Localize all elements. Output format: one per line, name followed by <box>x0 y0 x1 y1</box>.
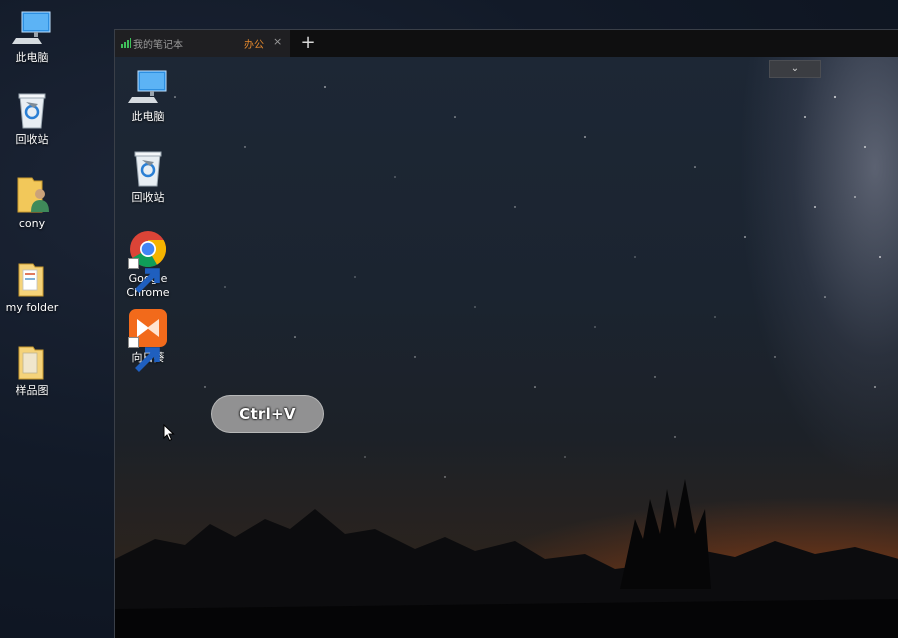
recycle-bin-icon <box>128 148 168 188</box>
computer-icon <box>128 67 168 107</box>
desktop-icon-recycle-bin[interactable]: 回收站 <box>0 90 64 147</box>
desktop-icon-label: cony <box>18 217 46 230</box>
signal-strength-icon <box>121 38 131 48</box>
desktop-icon-my-folder[interactable]: my folder <box>0 258 64 315</box>
desktop-icon-label: 此电脑 <box>15 51 49 64</box>
chevron-down-icon: ⌄ <box>790 63 800 74</box>
desktop-icon-label: 回收站 <box>131 191 165 204</box>
tab-device-name: 我的笔记本 <box>133 40 183 51</box>
folder-icon <box>12 258 52 298</box>
desktop-icon-label: 样品图 <box>15 384 49 397</box>
user-folder-icon <box>12 174 52 214</box>
tab-remote-session[interactable]: 我的笔记本 办公 × <box>115 30 290 57</box>
desktop-icon-this-pc[interactable]: 此电脑 <box>0 8 64 65</box>
desktop-icon-label: my folder <box>5 301 59 314</box>
remote-icon-this-pc[interactable]: 此电脑 <box>116 67 180 124</box>
folder-icon <box>12 341 52 381</box>
shortcut-arrow-icon <box>128 258 160 293</box>
mountain-silhouette <box>115 479 898 638</box>
keyboard-shortcut-overlay: Ctrl+V <box>211 395 324 433</box>
tab-bar: 我的笔记本 办公 × + <box>115 30 898 58</box>
collapse-toolbar-button[interactable]: ⌄ <box>769 60 821 78</box>
add-tab-button[interactable]: + <box>298 30 318 57</box>
desktop-icon-cony[interactable]: cony <box>0 174 64 231</box>
close-icon[interactable]: × <box>273 35 282 48</box>
computer-icon <box>12 8 52 48</box>
desktop-icon-label: 回收站 <box>15 133 49 146</box>
desktop-icon-sample-images[interactable]: 样品图 <box>0 341 64 398</box>
tab-group-name: 办公 <box>244 40 264 51</box>
shortcut-arrow-icon <box>128 337 160 372</box>
sunlogin-icon <box>128 308 168 372</box>
mouse-cursor-icon <box>163 424 175 442</box>
remote-desktop-screen[interactable]: 此电脑 回收站 Google Chrome 向日葵 ⌄ <box>115 57 898 638</box>
remote-icon-sunlogin[interactable]: 向日葵 <box>116 308 180 372</box>
desktop-icon-label: 此电脑 <box>131 110 165 123</box>
remote-icon-google-chrome[interactable]: Google Chrome <box>116 229 180 300</box>
remote-desktop-window: 我的笔记本 办公 × + 此电脑 回收站 Google Chrome 向日葵 ⌄ <box>114 29 898 638</box>
chrome-icon <box>128 229 168 293</box>
remote-icon-recycle-bin[interactable]: 回收站 <box>116 148 180 205</box>
recycle-bin-icon <box>12 90 52 130</box>
